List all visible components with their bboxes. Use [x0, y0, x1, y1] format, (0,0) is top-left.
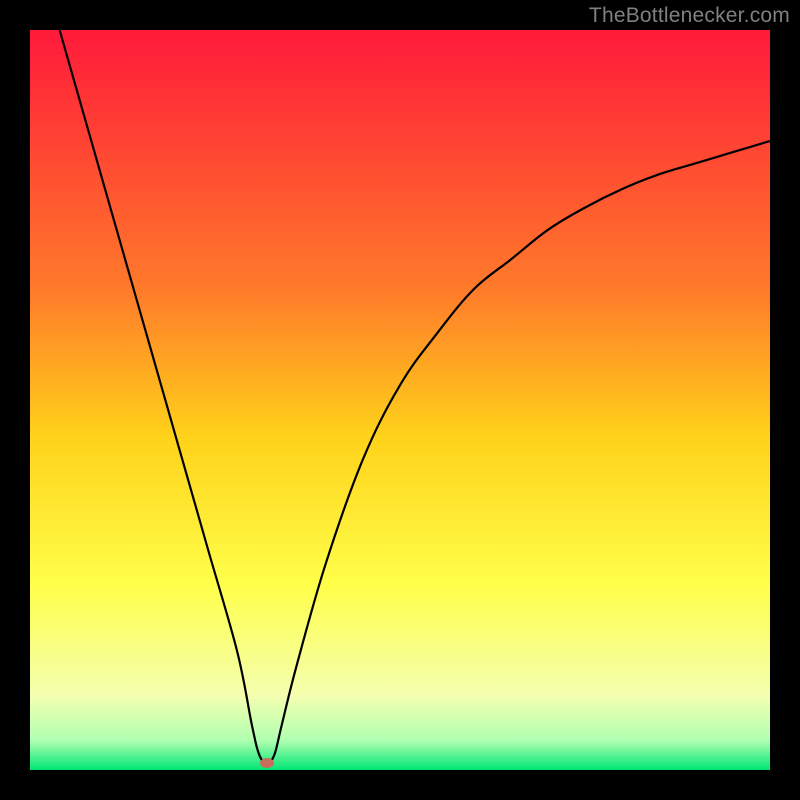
chart-curve [30, 30, 770, 770]
chart-plot-area [30, 30, 770, 770]
chart-marker-dot [260, 758, 274, 768]
attribution-text: TheBottlenecker.com [589, 4, 790, 28]
